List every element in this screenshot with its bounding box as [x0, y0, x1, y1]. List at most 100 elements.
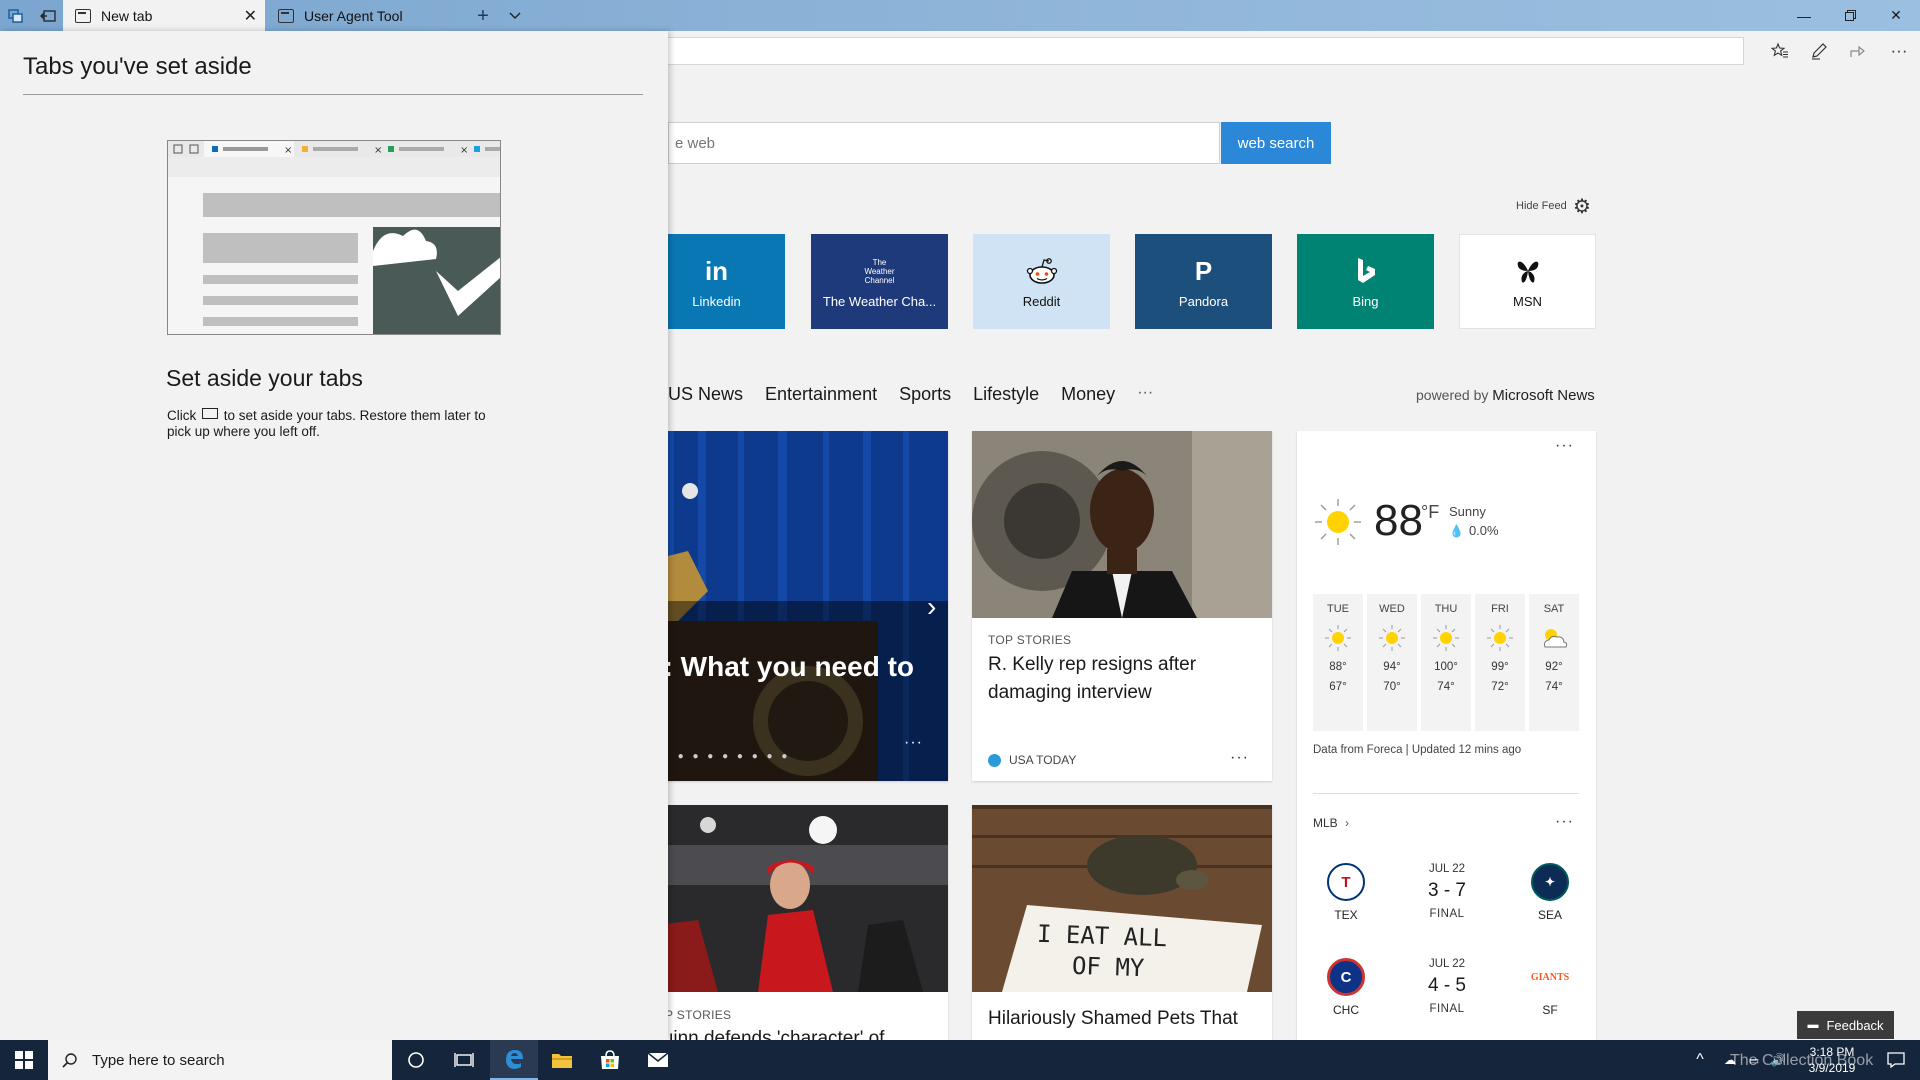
forecast-day-sat[interactable]: SAT 92° 74°: [1529, 594, 1579, 731]
forecast-day-fri[interactable]: FRI 99° 72°: [1475, 594, 1525, 731]
onedrive-cloud-icon[interactable]: ☁: [1718, 1040, 1742, 1080]
close-window-button[interactable]: ✕: [1873, 0, 1919, 31]
temp-unit[interactable]: °F: [1421, 502, 1439, 523]
cubs-logo-icon: C: [1327, 958, 1365, 996]
tab-new-tab[interactable]: New tab ✕: [63, 0, 265, 31]
url-input[interactable]: [660, 37, 1744, 65]
forecast-day-thu[interactable]: THU 100° 74°: [1421, 594, 1471, 731]
weather-channel-logo: The Weather Channel: [863, 254, 897, 288]
notes-pen-icon[interactable]: [1806, 39, 1832, 63]
weather-sports-widget: ··· 88 °F Sunny 💧 0.0% TUE 88° 67° WED 94° 70…: [1297, 431, 1596, 1040]
news-card-football[interactable]: TOP STORIES Quinn defends 'character' of: [648, 805, 948, 1040]
hero-news-card[interactable]: › v: What you need to ● ● ● ● ● ● ● ● ● …: [648, 431, 948, 781]
top-site-bing[interactable]: Bing: [1297, 234, 1434, 329]
game-score[interactable]: 4 - 5: [1407, 975, 1487, 997]
news-card-kelly[interactable]: TOP STORIES R. Kelly rep resigns after d…: [972, 431, 1272, 781]
search-input[interactable]: [669, 123, 1221, 163]
notifications-icon[interactable]: [1876, 1040, 1916, 1080]
more-options-icon[interactable]: ···: [904, 734, 923, 752]
edge-browser-icon[interactable]: [490, 1040, 538, 1080]
web-search-button[interactable]: web search: [1221, 122, 1331, 164]
mariners-logo-icon: ✦: [1531, 863, 1569, 901]
file-explorer-icon[interactable]: [538, 1040, 586, 1080]
forecast-low: 67°: [1329, 681, 1347, 693]
weather-source-note[interactable]: Data from Foreca | Updated 12 mins ago: [1313, 744, 1521, 756]
card-title[interactable]: R. Kelly rep resigns after damaging inte…: [988, 651, 1248, 707]
news-card-pets[interactable]: I EAT ALL OF MY Hilariously Shamed Pets …: [972, 805, 1272, 1040]
favorites-star-icon[interactable]: [1767, 39, 1793, 63]
close-tab-icon[interactable]: ✕: [244, 6, 257, 26]
tile-label: Bing: [1352, 294, 1379, 309]
tabs-aside-icon[interactable]: [4, 4, 28, 28]
mlb-link[interactable]: MLB ›: [1313, 816, 1349, 830]
forecast-day-tue[interactable]: TUE 88° 67°: [1313, 594, 1363, 731]
top-site-weather-channel[interactable]: The Weather Channel The Weather Cha...: [811, 234, 948, 329]
nav-more[interactable]: ···: [1137, 384, 1153, 408]
volume-icon[interactable]: 🔊: [1766, 1040, 1790, 1080]
mlb-more-options-icon[interactable]: ···: [1555, 813, 1574, 831]
gear-icon[interactable]: ⚙: [1573, 194, 1591, 219]
cortana-icon[interactable]: [392, 1040, 440, 1080]
share-icon[interactable]: [1845, 39, 1871, 63]
nav-money[interactable]: Money: [1061, 384, 1115, 408]
nav-sports[interactable]: Sports: [899, 384, 951, 408]
card-title[interactable]: Quinn defends 'character' of: [648, 1025, 938, 1040]
microsoft-news-brand[interactable]: Microsoft News: [1492, 387, 1595, 404]
nav-lifestyle[interactable]: Lifestyle: [973, 384, 1039, 408]
microsoft-store-icon[interactable]: [586, 1040, 634, 1080]
hero-image: [648, 431, 948, 781]
forecast-day-wed[interactable]: WED 94° 70°: [1367, 594, 1417, 731]
carousel-next-icon[interactable]: ›: [927, 591, 936, 623]
more-options-icon[interactable]: ···: [1230, 749, 1249, 767]
nav-us-news[interactable]: US News: [668, 384, 743, 408]
more-menu-icon[interactable]: ···: [1886, 39, 1912, 63]
forecast-low: 72°: [1491, 681, 1509, 693]
task-view-icon[interactable]: [440, 1040, 488, 1080]
tile-label: Pandora: [1178, 294, 1229, 309]
football-photo: [648, 805, 948, 992]
forecast-temps: 99° 72°: [1475, 657, 1525, 697]
web-search-box[interactable]: [668, 122, 1221, 164]
restore-button[interactable]: [1827, 0, 1873, 31]
feedback-button[interactable]: ▬ Feedback: [1797, 1011, 1894, 1039]
game-status: FINAL: [1429, 908, 1465, 920]
sun-icon: [1315, 499, 1361, 545]
windows-start-button[interactable]: [0, 1040, 48, 1080]
feedback-icon: ▬: [1807, 1019, 1819, 1031]
top-site-pandora[interactable]: P Pandora: [1135, 234, 1272, 329]
game-score[interactable]: 3 - 7: [1407, 880, 1487, 902]
top-site-msn[interactable]: MSN: [1459, 234, 1596, 329]
giants-logo-icon: GIANTS: [1530, 971, 1570, 983]
tile-label: MSN: [1513, 294, 1542, 309]
set-aside-tabs-icon: [202, 408, 219, 419]
bing-icon: [1355, 254, 1377, 288]
forecast-low: 74°: [1545, 681, 1563, 693]
mail-icon[interactable]: [634, 1040, 682, 1080]
sign-line-1: I EAT ALL: [1036, 919, 1168, 953]
more-options-icon[interactable]: ···: [1555, 437, 1574, 455]
top-site-reddit[interactable]: Reddit: [973, 234, 1110, 329]
show-hidden-icons-chevron-icon[interactable]: ^: [1688, 1040, 1712, 1080]
card-category: TOP STORIES: [988, 633, 1072, 647]
hide-feed-link[interactable]: Hide Feed: [1516, 200, 1567, 212]
carousel-dots[interactable]: ● ● ● ● ● ● ● ● ● ●: [648, 751, 790, 762]
network-icon[interactable]: ▭: [1742, 1040, 1766, 1080]
tab-label: New tab: [101, 7, 153, 24]
card-source[interactable]: USA TODAY: [988, 753, 1076, 767]
chevron-down-icon[interactable]: [503, 4, 527, 28]
top-site-linkedin[interactable]: in Linkedin: [648, 234, 785, 329]
game-date: JUL 22: [1428, 863, 1465, 875]
precipitation: 💧 0.0%: [1449, 523, 1499, 538]
tab-user-agent-tool[interactable]: User Agent Tool: [266, 0, 466, 31]
card-title[interactable]: Hilariously Shamed Pets That: [988, 1005, 1268, 1033]
minimize-button[interactable]: —: [1781, 0, 1827, 31]
forecast-high: 92°: [1545, 661, 1563, 673]
set-aside-tabs-icon[interactable]: [36, 4, 60, 28]
forecast-high: 99°: [1491, 661, 1509, 673]
pane-title: Tabs you've set aside: [23, 53, 252, 80]
hero-title[interactable]: v: What you need to: [648, 651, 948, 683]
system-clock[interactable]: 3:18 PM 3/9/2019: [1792, 1044, 1872, 1076]
nav-entertainment[interactable]: Entertainment: [765, 384, 877, 408]
new-tab-plus-icon[interactable]: +: [471, 4, 495, 28]
taskbar-search-box[interactable]: Type here to search: [48, 1040, 392, 1080]
